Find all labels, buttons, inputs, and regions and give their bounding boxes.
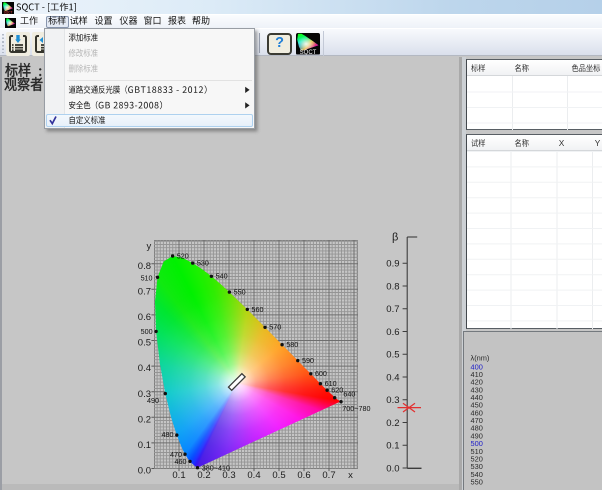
- svg-text:0.1: 0.1: [138, 440, 151, 451]
- svg-text:620: 620: [331, 386, 343, 395]
- svg-text:0.3: 0.3: [222, 470, 235, 481]
- svg-text:0.4: 0.4: [138, 363, 151, 374]
- svg-text:0.6: 0.6: [138, 312, 151, 323]
- svg-text:0.0: 0.0: [386, 463, 399, 474]
- svg-text:600: 600: [315, 369, 327, 378]
- svg-text:580: 580: [286, 340, 298, 349]
- svg-text:0.3: 0.3: [138, 389, 151, 400]
- svg-text:500: 500: [141, 327, 153, 336]
- svg-text:570: 570: [269, 323, 281, 332]
- svg-text:0.5: 0.5: [272, 470, 285, 481]
- svg-text:470: 470: [170, 450, 182, 459]
- svg-text:0.7: 0.7: [138, 286, 151, 297]
- svg-text:0.1: 0.1: [172, 470, 185, 481]
- svg-text:0.2: 0.2: [386, 418, 399, 429]
- svg-text:0.0: 0.0: [138, 466, 151, 477]
- svg-text:0.7: 0.7: [322, 470, 335, 481]
- svg-text:0.1: 0.1: [386, 441, 399, 452]
- svg-text:β: β: [392, 232, 398, 244]
- svg-text:540: 540: [216, 272, 228, 281]
- svg-text:0.9: 0.9: [386, 259, 399, 270]
- svg-text:0.6: 0.6: [386, 327, 399, 338]
- svg-text:y: y: [147, 241, 152, 252]
- svg-text:550: 550: [234, 288, 246, 297]
- svg-text:0.5: 0.5: [138, 338, 151, 349]
- svg-text:x: x: [348, 470, 353, 481]
- svg-text:590: 590: [302, 356, 314, 365]
- svg-text:0.4: 0.4: [247, 470, 260, 481]
- svg-text:0.8: 0.8: [138, 261, 151, 272]
- svg-text:530: 530: [197, 258, 209, 267]
- svg-text:0.2: 0.2: [197, 470, 210, 481]
- svg-text:520: 520: [177, 251, 189, 260]
- svg-text:550: 550: [471, 478, 483, 487]
- svg-text:480: 480: [162, 430, 174, 439]
- svg-text:Y: Y: [595, 138, 601, 148]
- svg-text:0.3: 0.3: [386, 395, 399, 406]
- svg-text:560: 560: [251, 305, 263, 314]
- svg-text:0.7: 0.7: [386, 304, 399, 315]
- svg-text:0.2: 0.2: [138, 414, 151, 425]
- svg-text:X: X: [559, 138, 565, 148]
- svg-text:0.4: 0.4: [386, 372, 399, 383]
- svg-text:510: 510: [141, 273, 153, 282]
- svg-text:640: 640: [343, 390, 355, 399]
- svg-text:700~780: 700~780: [342, 404, 370, 413]
- svg-text:0.5: 0.5: [386, 350, 399, 361]
- svg-text:0.8: 0.8: [386, 281, 399, 292]
- svg-text:0.6: 0.6: [297, 470, 310, 481]
- svg-text:λ(nm): λ(nm): [471, 353, 490, 362]
